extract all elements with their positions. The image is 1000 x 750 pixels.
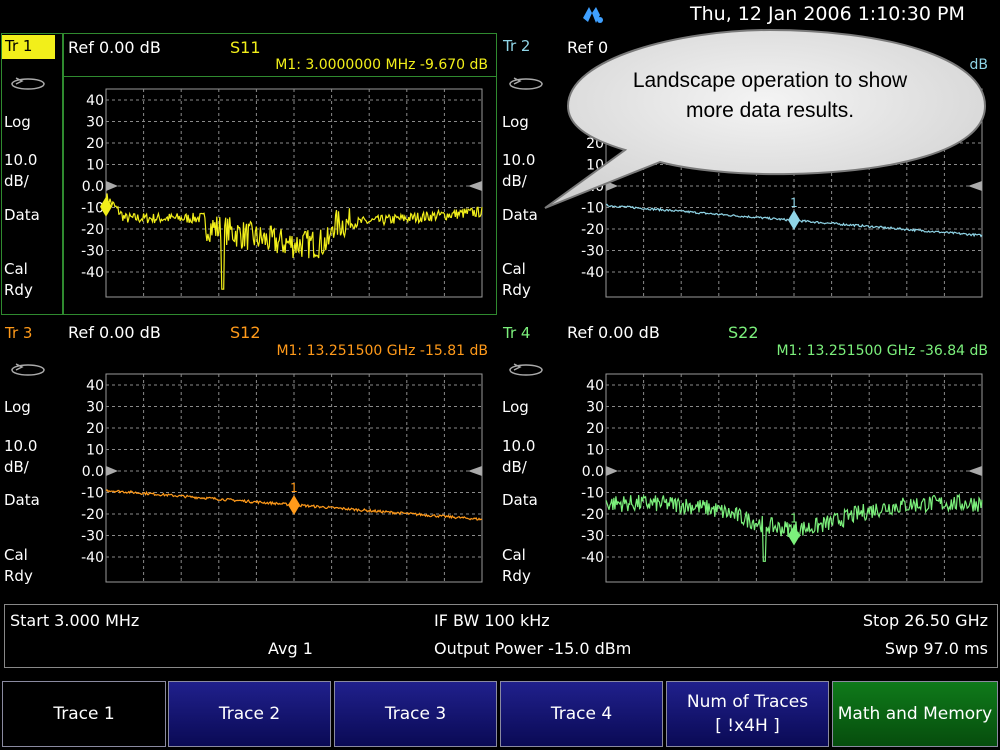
softkey-math-and-memory[interactable]: Math and Memory	[832, 681, 998, 747]
softkey-trace-4[interactable]: Trace 4	[500, 681, 663, 747]
softkey-label: Trace 2	[218, 704, 281, 724]
y-tick-label: 10	[586, 443, 604, 459]
softkey-num-of-traces[interactable]: Num of Traces [ !x4H ]	[666, 681, 829, 747]
callout-line-2: more data results.	[685, 99, 855, 122]
y-tick-label: 40	[86, 93, 104, 109]
softkey-value: [ !x4H ]	[715, 716, 780, 736]
y-tick-label: 40	[86, 378, 104, 394]
y-tick-label: 10	[86, 443, 104, 459]
softkey-label: Math and Memory	[837, 704, 993, 724]
y-tick-label: -40	[81, 265, 104, 281]
y-tick-label: -40	[81, 550, 104, 566]
y-tick-label: 30	[586, 400, 604, 416]
marker-diamond	[788, 525, 800, 546]
y-tick-label: -30	[581, 244, 604, 260]
softkey-trace-3[interactable]: Trace 3	[334, 681, 497, 747]
y-tick-label: 40	[586, 378, 604, 394]
stop-frequency[interactable]: Stop 26.50 GHz	[863, 611, 988, 630]
sweep-time[interactable]: Swp 97.0 ms	[885, 639, 988, 658]
y-tick-label: 20	[586, 421, 604, 437]
ref-left-arrow	[106, 466, 118, 476]
y-tick-label: 0.0	[82, 179, 104, 195]
y-tick-label: 30	[86, 115, 104, 131]
y-tick-label: -10	[81, 201, 104, 217]
ref-right-arrow	[468, 181, 482, 191]
if-bandwidth[interactable]: IF BW 100 kHz	[434, 611, 550, 630]
y-tick-label: -30	[81, 529, 104, 545]
y-tick-label: -10	[581, 486, 604, 502]
softkey-label: Trace 4	[550, 704, 613, 724]
y-tick-label: -40	[581, 265, 604, 281]
y-tick-label: -20	[581, 507, 604, 523]
y-tick-label: -30	[581, 529, 604, 545]
y-tick-label: 0.0	[582, 464, 604, 480]
ref-right-arrow	[468, 466, 482, 476]
softkey-label: Trace 1	[53, 704, 115, 724]
ref-right-arrow	[968, 466, 982, 476]
marker-diamond	[288, 494, 300, 515]
marker-number: 1	[790, 512, 798, 526]
y-tick-label: -20	[81, 507, 104, 523]
softkey-trace-2[interactable]: Trace 2	[168, 681, 331, 747]
start-frequency[interactable]: Start 3.000 MHz	[10, 611, 139, 630]
softkey-trace-1[interactable]: Trace 1	[2, 681, 166, 747]
y-tick-label: -20	[81, 222, 104, 238]
average-count[interactable]: Avg 1	[268, 639, 313, 658]
y-tick-label: -20	[581, 222, 604, 238]
ref-left-arrow	[606, 466, 618, 476]
y-tick-label: -10	[81, 486, 104, 502]
y-tick-label: 20	[86, 136, 104, 152]
softkey-label: Trace 3	[384, 704, 447, 724]
ref-left-arrow	[106, 181, 118, 191]
output-power[interactable]: Output Power -15.0 dBm	[434, 639, 631, 658]
softkey-label: Num of Traces	[686, 692, 809, 712]
y-tick-label: -40	[581, 550, 604, 566]
y-tick-label: 0.0	[82, 464, 104, 480]
callout-text: Landscape operation to show more data re…	[590, 66, 950, 126]
callout-line-1: Landscape operation to show	[632, 69, 908, 92]
y-tick-label: 30	[86, 400, 104, 416]
y-tick-label: 20	[86, 421, 104, 437]
y-tick-label: 10	[86, 158, 104, 174]
marker-number: 1	[290, 481, 298, 495]
y-tick-label: -30	[81, 244, 104, 260]
